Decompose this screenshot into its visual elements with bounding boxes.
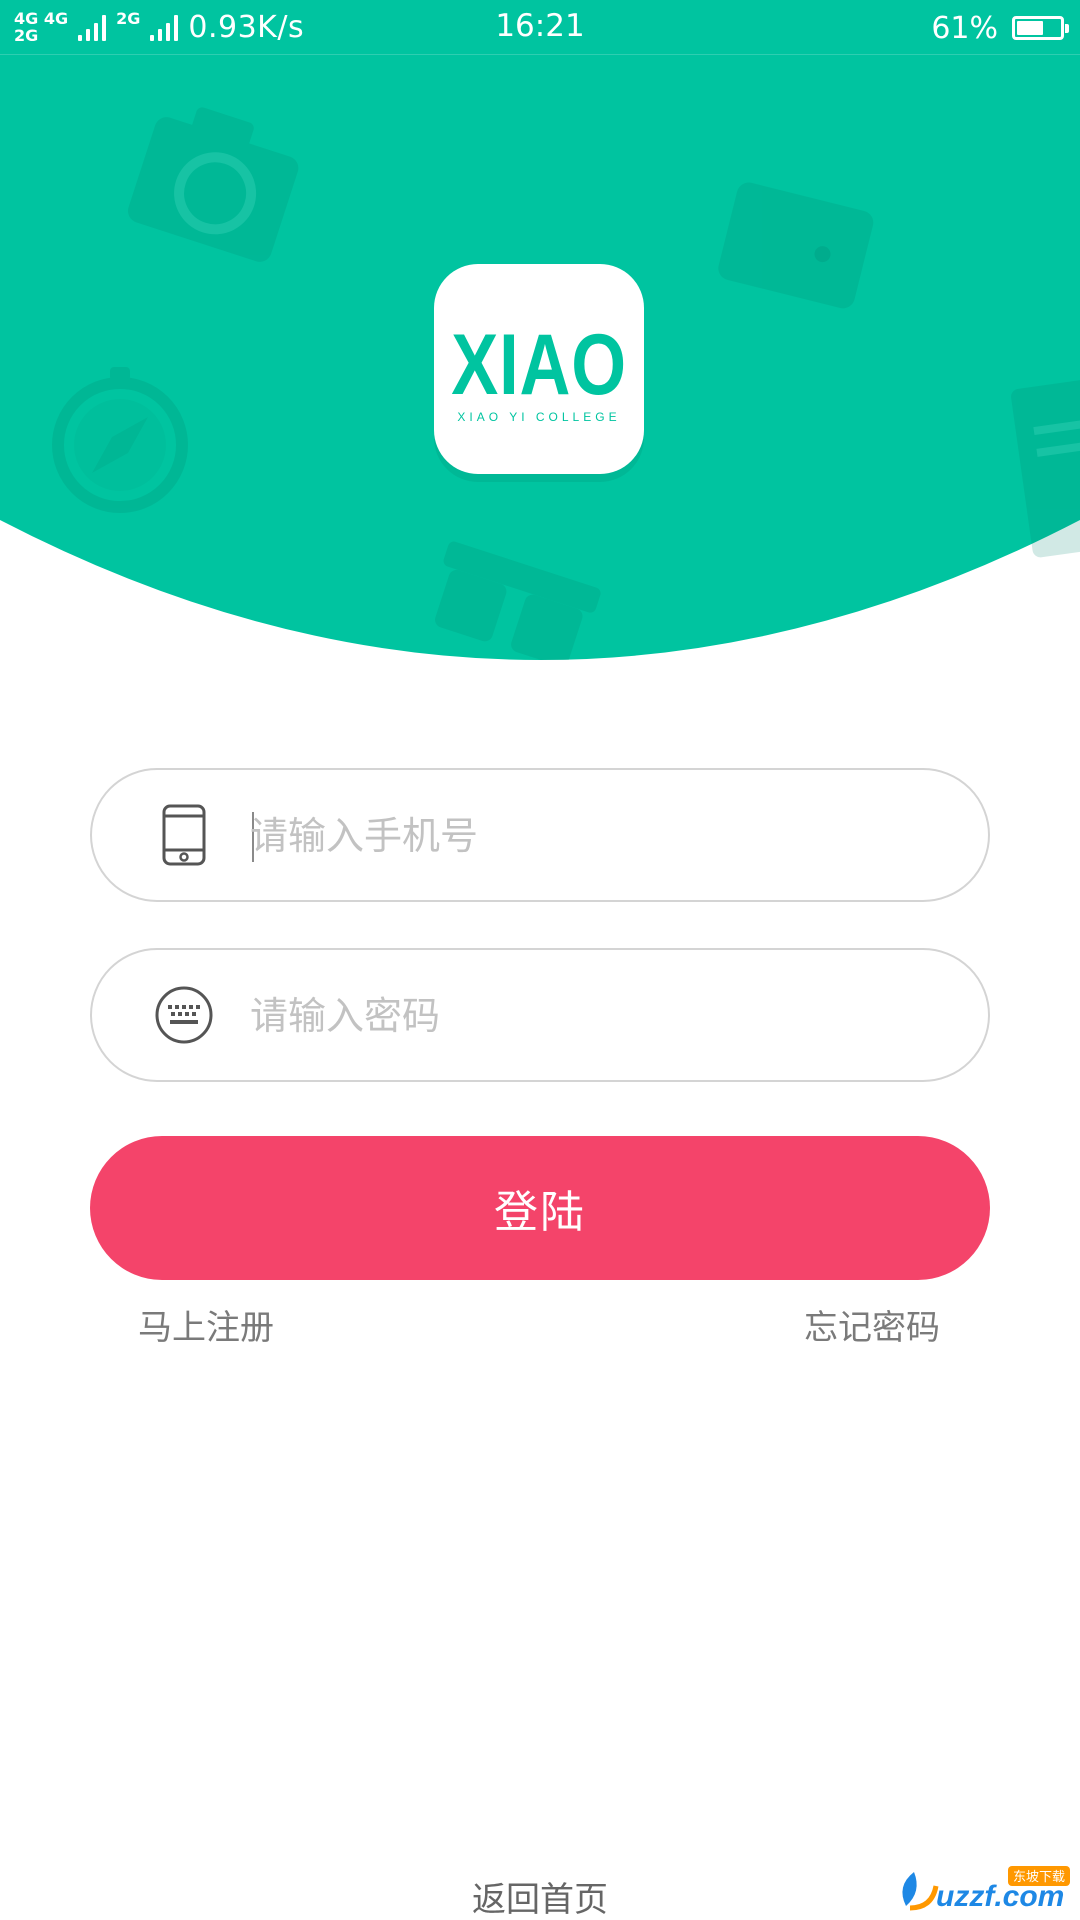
watermark-tag: 东坡下载 — [1013, 1870, 1065, 1885]
site-watermark-logo: uzzf.com 东坡下载 — [892, 1862, 1072, 1916]
login-screen: 4G 4G 2G 2G 0.93K/s 16:21 61% XIAO XIAO … — [0, 0, 1080, 1920]
keyboard-icon — [152, 983, 216, 1047]
password-input[interactable] — [250, 980, 900, 1052]
status-bar: 4G 4G 2G 2G 0.93K/s 16:21 61% — [0, 0, 1080, 55]
logo-word: XIAO — [451, 317, 627, 413]
phone-input[interactable] — [250, 800, 900, 872]
forgot-password-link[interactable]: 忘记密码 — [804, 1300, 940, 1349]
battery-level-fill — [1017, 21, 1043, 35]
battery-icon — [1012, 16, 1069, 40]
login-button[interactable]: 登陆 — [90, 1136, 990, 1280]
phone-field[interactable] — [90, 768, 990, 902]
phone-icon — [152, 803, 216, 867]
password-field[interactable] — [90, 948, 990, 1082]
register-link[interactable]: 马上注册 — [138, 1300, 274, 1349]
status-right: 61% — [931, 8, 1069, 48]
app-logo: XIAO XIAO YI COLLEGE — [434, 264, 644, 474]
status-time: 16:21 — [495, 8, 585, 44]
battery-percentage: 61% — [931, 10, 998, 46]
